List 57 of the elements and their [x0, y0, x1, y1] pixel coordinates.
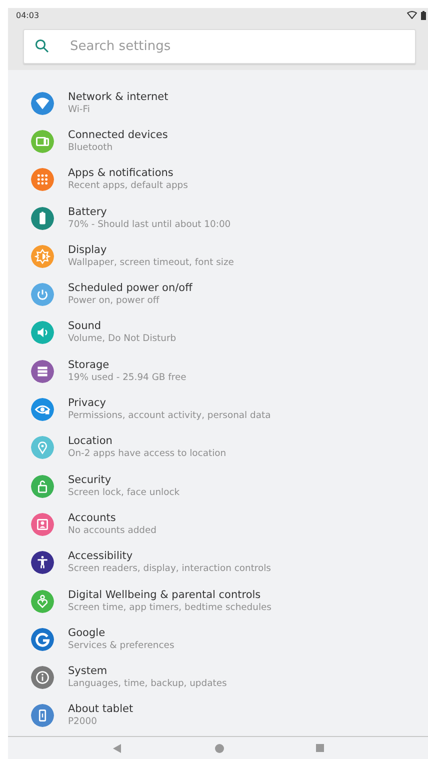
- settings-item[interactable]: Storage 19% used - 25.94 GB free: [8, 352, 428, 390]
- settings-item[interactable]: Sound Volume, Do Not Disturb: [8, 314, 428, 352]
- item-title: Security: [68, 474, 112, 487]
- item-title: Location: [68, 435, 114, 448]
- settings-item[interactable]: About tablet P2000: [8, 696, 428, 736]
- item-subtitle: 70% - Should last until about 10:00: [68, 218, 231, 231]
- wifi-icon: [407, 11, 417, 19]
- item-subtitle: Languages, time, backup, updates: [68, 678, 227, 690]
- item-subtitle: Volume, Do Not Disturb: [68, 333, 176, 346]
- item-title: Apps & notifications: [68, 167, 174, 180]
- settings-item[interactable]: Display Wallpaper, screen timeout, font size: [8, 237, 428, 276]
- settings-item[interactable]: Accessibility Screen readers, display, interaction controls: [8, 544, 428, 582]
- item-subtitle: Permissions, account activity, personal data: [68, 410, 271, 422]
- item-title: Accounts: [68, 512, 117, 525]
- item-title: Privacy: [68, 397, 108, 410]
- battery-icon: [421, 10, 426, 20]
- item-subtitle: No accounts added: [68, 524, 157, 537]
- settings-item[interactable]: Scheduled power on/off Power on, power off: [8, 275, 428, 314]
- settings-item[interactable]: System Languages, time, backup, updates: [8, 658, 428, 697]
- item-title: Network & internet: [68, 90, 168, 104]
- settings-item[interactable]: Accounts No accounts added: [8, 505, 428, 544]
- item-title: About tablet: [68, 703, 134, 716]
- settings-item[interactable]: Location On-2 apps have access to location: [8, 428, 428, 467]
- settings-item[interactable]: Digital Wellbeing & parental controls Screen time, app timers, bedtime schedules: [8, 582, 428, 620]
- item-subtitle: Bluetooth: [68, 142, 114, 154]
- home-icon[interactable]: [215, 744, 224, 752]
- settings-item[interactable]: Google Services & preferences: [8, 620, 428, 658]
- search-field[interactable]: Search settings: [23, 28, 416, 64]
- item-title: Sound: [68, 320, 102, 334]
- item-subtitle: Screen lock, face unlock: [68, 486, 180, 499]
- item-subtitle: Screen time, app timers, bedtime schedules: [68, 602, 272, 614]
- item-subtitle: Power on, power off: [68, 295, 160, 308]
- settings-item[interactable]: Privacy Permissions, account activity, personal data: [8, 390, 428, 429]
- item-title: Storage: [68, 358, 110, 372]
- item-title: System: [68, 665, 108, 678]
- item-title: Accessibility: [68, 550, 134, 564]
- item-subtitle: P2000: [68, 716, 98, 728]
- item-title: Scheduled power on/off: [68, 282, 192, 296]
- item-subtitle: 19% used - 25.94 GB free: [68, 372, 186, 384]
- item-title: Battery: [68, 206, 108, 219]
- settings-item[interactable]: Network & internet Wi-Fi: [8, 84, 428, 122]
- item-title: Digital Wellbeing & parental controls: [68, 588, 262, 602]
- settings-item[interactable]: Apps & notifications Recent apps, default apps: [8, 160, 428, 199]
- settings-item[interactable]: Battery 70% - Should last until about 10:00: [8, 198, 428, 238]
- status-time: 04:03: [16, 10, 40, 20]
- settings-item[interactable]: Security Screen lock, face unlock: [8, 466, 428, 506]
- settings-item[interactable]: Connected devices Bluetooth: [8, 122, 428, 161]
- item-subtitle: Recent apps, default apps: [68, 180, 188, 192]
- item-subtitle: On-2 apps have access to location: [68, 448, 226, 460]
- item-title: Connected devices: [68, 128, 168, 142]
- item-subtitle: Screen readers, display, interaction controls: [68, 563, 271, 576]
- item-subtitle: Wi-Fi: [68, 104, 91, 116]
- back-icon[interactable]: [113, 744, 121, 752]
- item-subtitle: Wallpaper, screen timeout, font size: [68, 256, 234, 269]
- item-title: Display: [68, 244, 108, 257]
- item-title: Google: [68, 626, 106, 640]
- item-subtitle: Services & preferences: [68, 640, 174, 652]
